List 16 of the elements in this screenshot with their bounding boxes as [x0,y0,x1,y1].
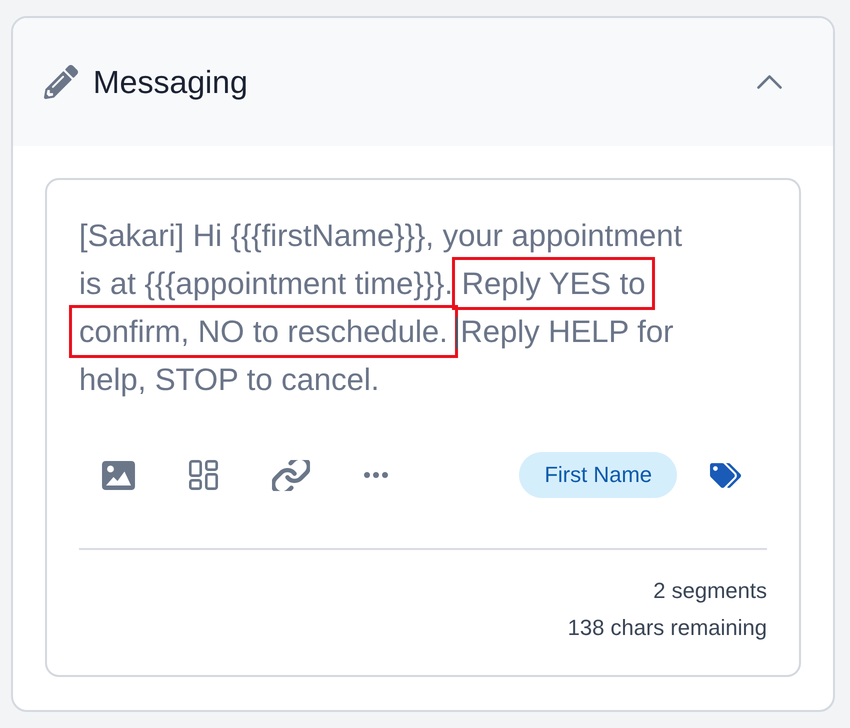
chars-remaining: 138 chars remaining [566,614,767,642]
section-title: Messaging [93,64,249,100]
layout-grid-icon[interactable] [189,460,218,490]
tag-chip[interactable]: First Name [519,452,677,498]
message-text: [Sakari] Hi {{{firstName}}}, your appointment [79,218,682,253]
chevron-up-icon[interactable] [757,75,782,89]
link-icon[interactable] [272,460,310,490]
message-text: Reply HELP for [460,314,674,349]
message-text: help, STOP to cancel. [79,362,380,397]
pencil-icon [44,65,78,99]
highlighted-text: Reply YES to [454,260,652,307]
tags-icon[interactable] [710,462,741,488]
image-icon[interactable] [102,460,135,490]
segment-count: 2 segments [652,577,767,605]
message-text: is at {{{appointment time}}}. [79,266,453,301]
ellipsis-icon[interactable] [364,472,388,478]
